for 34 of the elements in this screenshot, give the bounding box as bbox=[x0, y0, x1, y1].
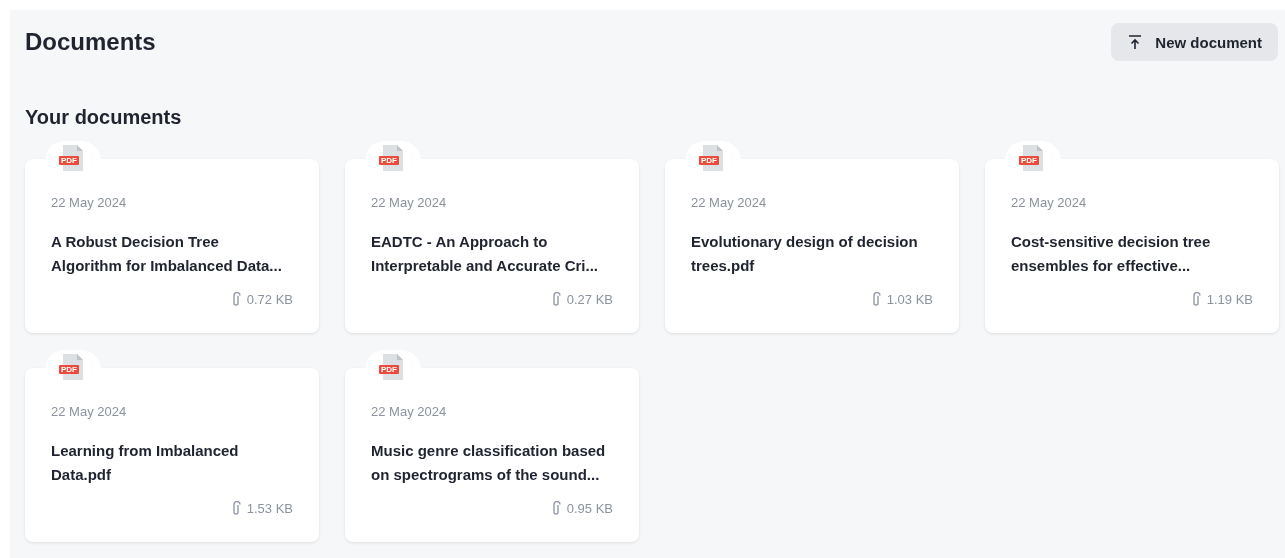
paperclip-icon bbox=[550, 501, 561, 516]
document-date: 22 May 2024 bbox=[1011, 195, 1088, 210]
file-size: 1.53 KB bbox=[246, 501, 293, 516]
file-type-label: PDF bbox=[379, 156, 399, 165]
paperclip-icon bbox=[870, 292, 881, 307]
upload-icon bbox=[1127, 34, 1144, 50]
file-type-label: PDF bbox=[59, 156, 79, 165]
paperclip-icon bbox=[230, 292, 241, 307]
paperclip-icon bbox=[230, 501, 241, 516]
document-title: EADTC - An Approach to Interpretable and Accurate Cri... bbox=[371, 232, 599, 276]
file-type-label: PDF bbox=[699, 156, 719, 165]
file-size: 1.03 KB bbox=[886, 292, 933, 307]
document-title: Learning from Imbalanced Data.pdf bbox=[51, 441, 240, 485]
document-date: 22 May 2024 bbox=[371, 404, 448, 419]
document-title: Music genre classification based on spectrograms of the sound... bbox=[371, 441, 607, 485]
document-title: A Robust Decision Tree Algorithm for Imbalanced Data... bbox=[51, 232, 283, 276]
file-size: 0.72 KB bbox=[246, 292, 293, 307]
document-date: 22 May 2024 bbox=[51, 404, 128, 419]
file-type-label: PDF bbox=[59, 365, 79, 374]
paperclip-icon bbox=[1190, 292, 1201, 307]
document-title: Cost-sensitive decision tree ensembles for effective... bbox=[1011, 232, 1212, 276]
new-document-button[interactable]: New document bbox=[1111, 23, 1278, 61]
file-size: 0.95 KB bbox=[566, 501, 613, 516]
file-type-label: PDF bbox=[379, 365, 399, 374]
paperclip-icon bbox=[550, 292, 561, 307]
document-title: Evolutionary design of decision trees.pdf bbox=[691, 232, 919, 276]
file-type-label: PDF bbox=[1019, 156, 1039, 165]
page-title: Documents bbox=[25, 28, 156, 56]
document-date: 22 May 2024 bbox=[371, 195, 448, 210]
document-date: 22 May 2024 bbox=[691, 195, 768, 210]
document-date: 22 May 2024 bbox=[51, 195, 128, 210]
file-size: 0.27 KB bbox=[566, 292, 613, 307]
file-size: 1.19 KB bbox=[1206, 292, 1253, 307]
section-title: Your documents bbox=[25, 106, 183, 129]
